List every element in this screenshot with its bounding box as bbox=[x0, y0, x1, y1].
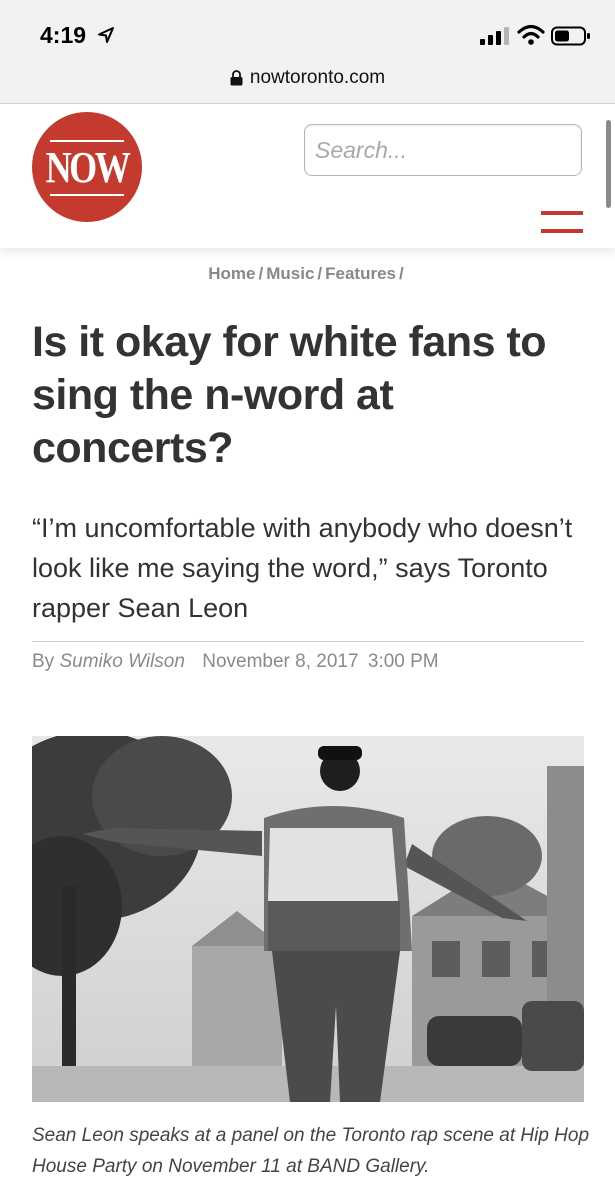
divider bbox=[32, 641, 584, 642]
breadcrumb-home[interactable]: Home bbox=[208, 264, 255, 283]
photo-illustration bbox=[32, 736, 584, 1102]
byline-prefix: By bbox=[32, 651, 55, 672]
article-photo bbox=[32, 736, 584, 1102]
breadcrumb-separator: / bbox=[258, 264, 264, 283]
article-headline: Is it okay for white fans to sing the n-… bbox=[32, 318, 547, 472]
breadcrumb: Home / Music / Features / bbox=[0, 264, 615, 284]
location-arrow-icon bbox=[98, 27, 114, 43]
hamburger-menu-icon[interactable] bbox=[541, 211, 583, 233]
search-input[interactable] bbox=[304, 124, 582, 176]
battery-icon bbox=[551, 26, 590, 46]
logo-text: NOW bbox=[45, 143, 131, 192]
site-header: NOW bbox=[0, 104, 615, 248]
article-dek: “I’m uncomfortable with anybody who does… bbox=[32, 513, 573, 623]
logo-line-bottom bbox=[50, 194, 124, 196]
browser-chrome: 4:19 nowtoronto.com bbox=[0, 0, 615, 104]
breadcrumb-features[interactable]: Features bbox=[325, 264, 396, 283]
publish-date: November 8, 2017 bbox=[202, 651, 359, 672]
lock-icon bbox=[230, 70, 243, 86]
breadcrumb-separator: / bbox=[317, 264, 323, 283]
wifi-icon bbox=[517, 24, 545, 45]
breadcrumb-separator: / bbox=[399, 264, 404, 283]
author-link[interactable]: Sumiko Wilson bbox=[59, 651, 184, 672]
status-time: 4:19 bbox=[40, 22, 87, 48]
publish-time: 3:00 PM bbox=[367, 651, 439, 672]
photo-caption: Sean Leon speaks at a panel on the Toron… bbox=[32, 1125, 590, 1177]
breadcrumb-music[interactable]: Music bbox=[266, 264, 314, 283]
url-text: nowtoronto.com bbox=[249, 67, 386, 88]
signal-icon bbox=[480, 27, 509, 45]
address-bar[interactable]: nowtoronto.com bbox=[0, 64, 615, 92]
byline: By Sumiko Wilson November 8, 2017 3:00 P… bbox=[32, 651, 439, 673]
now-logo[interactable]: NOW bbox=[32, 112, 142, 222]
scrollbar[interactable] bbox=[606, 120, 611, 208]
